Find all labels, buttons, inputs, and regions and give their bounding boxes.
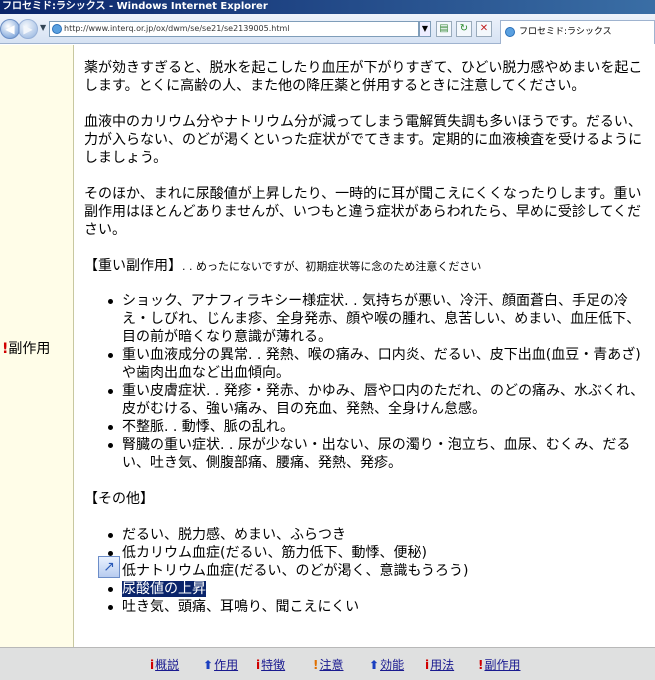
paragraph: 薬が効きすぎると、脱水を起こしたり血圧が下がりすぎて、ひどい脱力感やめまいを起こ… [84, 60, 643, 94]
nav-link-overview[interactable]: i概説 [150, 656, 179, 673]
warning-icon: ! [478, 658, 484, 672]
arrow-up-icon: ⬆ [203, 658, 214, 672]
section-label-text: 副作用 [8, 341, 51, 357]
tab-title: フロセミド:ラシックス [519, 27, 612, 37]
info-icon: i [150, 658, 155, 672]
nav-link-efficacy[interactable]: ⬆効能 [369, 656, 404, 673]
address-dropdown-icon[interactable]: ▼ [419, 21, 431, 37]
other-side-effects-heading: 【その他】 [84, 491, 154, 507]
heavy-heading-note: . . めったにないですが、初期症状等に念のため注意ください [182, 260, 482, 273]
nav-link-dosage[interactable]: i用法 [425, 656, 454, 673]
history-dropdown-icon[interactable]: ▼ [40, 23, 46, 32]
refresh-icon[interactable]: ↻ [456, 21, 472, 37]
selected-text[interactable]: 尿酸値の上昇 [122, 581, 206, 597]
list-item: 吐き気、頭痛、耳鳴り、聞こえにくい [106, 598, 652, 616]
page-icon [52, 24, 62, 34]
list-item: 重い皮膚症状. . 発疹・発赤、かゆみ、唇や口内のただれ、のどの痛み、水ぶくれ、… [106, 382, 652, 418]
address-bar[interactable]: http://www.interq.or.jp/ox/dwm/se/se21/s… [49, 21, 419, 37]
list-item: ショック、アナフィラキシー様症状. . 気持ちが悪い、冷汗、顔面蒼白、手足の冷え… [106, 292, 652, 346]
warning-icon: ! [313, 658, 319, 672]
other-side-effects-list: だるい、脱力感、めまい、ふらつき 低カリウム血症(だるい、筋力低下、動悸、便秘)… [106, 526, 652, 616]
forward-button[interactable]: ▶ [18, 19, 38, 39]
stop-icon[interactable]: ✕ [476, 21, 492, 37]
accelerator-icon[interactable]: ↗ [98, 556, 120, 578]
heavy-side-effects-heading: 【重い副作用】. . めったにないですが、初期症状等に念のため注意ください [84, 257, 652, 276]
nav-link-action[interactable]: ⬆作用 [203, 656, 238, 673]
nav-link-caution[interactable]: !注意 [313, 656, 344, 673]
list-item: だるい、脱力感、めまい、ふらつき [106, 526, 652, 544]
forward-icon: ▶ [23, 22, 33, 36]
address-text: http://www.interq.or.jp/ox/dwm/se/se21/s… [64, 24, 290, 33]
section-body: 薬が効きすぎると、脱水を起こしたり血圧が下がりすぎて、ひどい脱力感やめまいを起こ… [84, 59, 652, 616]
heavy-side-effects-list: ショック、アナフィラキシー様症状. . 気持ちが悪い、冷汗、顔面蒼白、手足の冷え… [106, 292, 652, 472]
list-item: 重い血液成分の異常. . 発熱、喉の痛み、口内炎、だるい、皮下出血(血豆・青あざ… [106, 346, 652, 382]
browser-tab[interactable]: フロセミド:ラシックス [500, 20, 655, 44]
section-label: !副作用 [2, 338, 50, 358]
nav-link-side-effects[interactable]: !副作用 [478, 656, 521, 673]
section-label-column: !副作用 [0, 45, 74, 647]
arrow-up-icon: ⬆ [369, 658, 380, 672]
window-title-bar: フロセミド:ラシックス - Windows Internet Explorer [0, 0, 655, 14]
list-item: 不整脈. . 動悸、脈の乱れ。 [106, 418, 652, 436]
window-title: フロセミド:ラシックス - Windows Internet Explorer [2, 1, 268, 12]
nav-link-features[interactable]: i特徴 [256, 656, 285, 673]
list-item: 低ナトリウム血症(だるい、のどが渇く、意識もうろう) [106, 562, 652, 580]
bottom-navigation: i概説 ⬆作用 i特徴 !注意 ⬆効能 i用法 !副作用 [0, 647, 655, 680]
browser-toolbar: ◀ ▶ ▼ http://www.interq.or.jp/ox/dwm/se/… [0, 14, 655, 44]
paragraph: 血液中のカリウム分やナトリウム分が減ってしまう電解質失調も多いほうです。だるい、… [84, 114, 643, 166]
compatibility-icon[interactable]: ▤ [436, 21, 452, 37]
list-item-selected[interactable]: 尿酸値の上昇 [106, 580, 652, 598]
info-icon: i [425, 658, 430, 672]
info-icon: i [256, 658, 261, 672]
tab-page-icon [505, 27, 515, 37]
heavy-heading-text: 【重い副作用】 [84, 258, 182, 274]
page-content[interactable]: !副作用 薬が効きすぎると、脱水を起こしたり血圧が下がりすぎて、ひどい脱力感やめ… [0, 45, 655, 647]
list-item: 腎臓の重い症状. . 尿が少ない・出ない、尿の濁り・泡立ち、血尿、むくみ、だるい… [106, 436, 652, 472]
list-item: 低カリウム血症(だるい、筋力低下、動悸、便秘) [106, 544, 652, 562]
back-icon: ◀ [5, 22, 15, 36]
back-button[interactable]: ◀ [0, 19, 20, 39]
paragraph: そのほか、まれに尿酸値が上昇したり、一時的に耳が聞こえにくくなったりします。重い… [84, 186, 642, 238]
